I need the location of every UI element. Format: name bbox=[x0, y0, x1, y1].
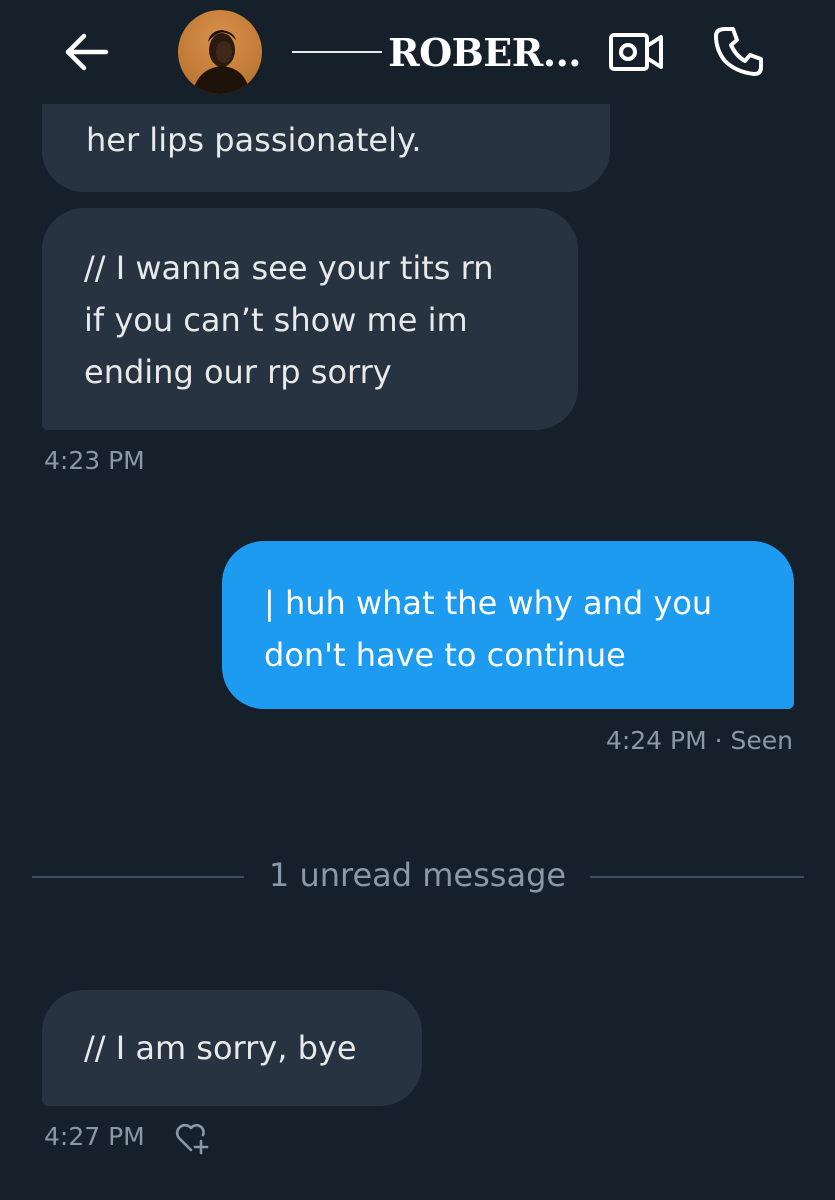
phone-icon bbox=[714, 27, 763, 76]
message-line: if you can’t show me im bbox=[84, 301, 468, 339]
message-line: | huh what the why and you bbox=[264, 584, 713, 622]
message-bubble-received[interactable]: her lips passionately. bbox=[42, 96, 610, 192]
message-bubble-sent[interactable]: | huh what the why and you don't have to… bbox=[222, 541, 794, 709]
contact-name-text: ROBER... bbox=[388, 29, 582, 75]
message-line: don't have to continue bbox=[264, 636, 626, 674]
video-camera-icon bbox=[609, 33, 663, 71]
name-dash-decoration bbox=[292, 51, 382, 53]
voice-call-button[interactable] bbox=[706, 20, 772, 82]
message-line: // I wanna see your tits rn bbox=[84, 249, 494, 287]
dm-conversation-screen: her lips passionately. // I wanna see yo… bbox=[0, 0, 835, 1200]
conversation-header: ROBER... bbox=[0, 0, 835, 104]
message-line: ending our rp sorry bbox=[84, 353, 392, 391]
add-reaction-icon[interactable] bbox=[170, 1118, 214, 1158]
unread-messages-label: 1 unread message bbox=[268, 856, 567, 894]
back-button[interactable] bbox=[60, 26, 112, 78]
message-timestamp: 4:27 PM bbox=[44, 1122, 145, 1151]
message-bubble-received[interactable]: // I am sorry, bye bbox=[42, 990, 422, 1106]
arrow-left-icon bbox=[65, 33, 109, 71]
contact-name[interactable]: ROBER... bbox=[292, 24, 592, 80]
video-call-button[interactable] bbox=[606, 24, 666, 80]
contact-avatar[interactable] bbox=[178, 10, 262, 94]
message-line: her lips passionately. bbox=[86, 121, 422, 159]
message-timestamp-seen: 4:24 PM · Seen bbox=[605, 726, 793, 755]
message-bubble-received[interactable]: // I wanna see your tits rn if you can’t… bbox=[42, 208, 578, 430]
message-timestamp: 4:23 PM bbox=[44, 446, 145, 475]
unread-divider-line-right bbox=[590, 876, 804, 878]
message-line: // I am sorry, bye bbox=[84, 1029, 357, 1067]
